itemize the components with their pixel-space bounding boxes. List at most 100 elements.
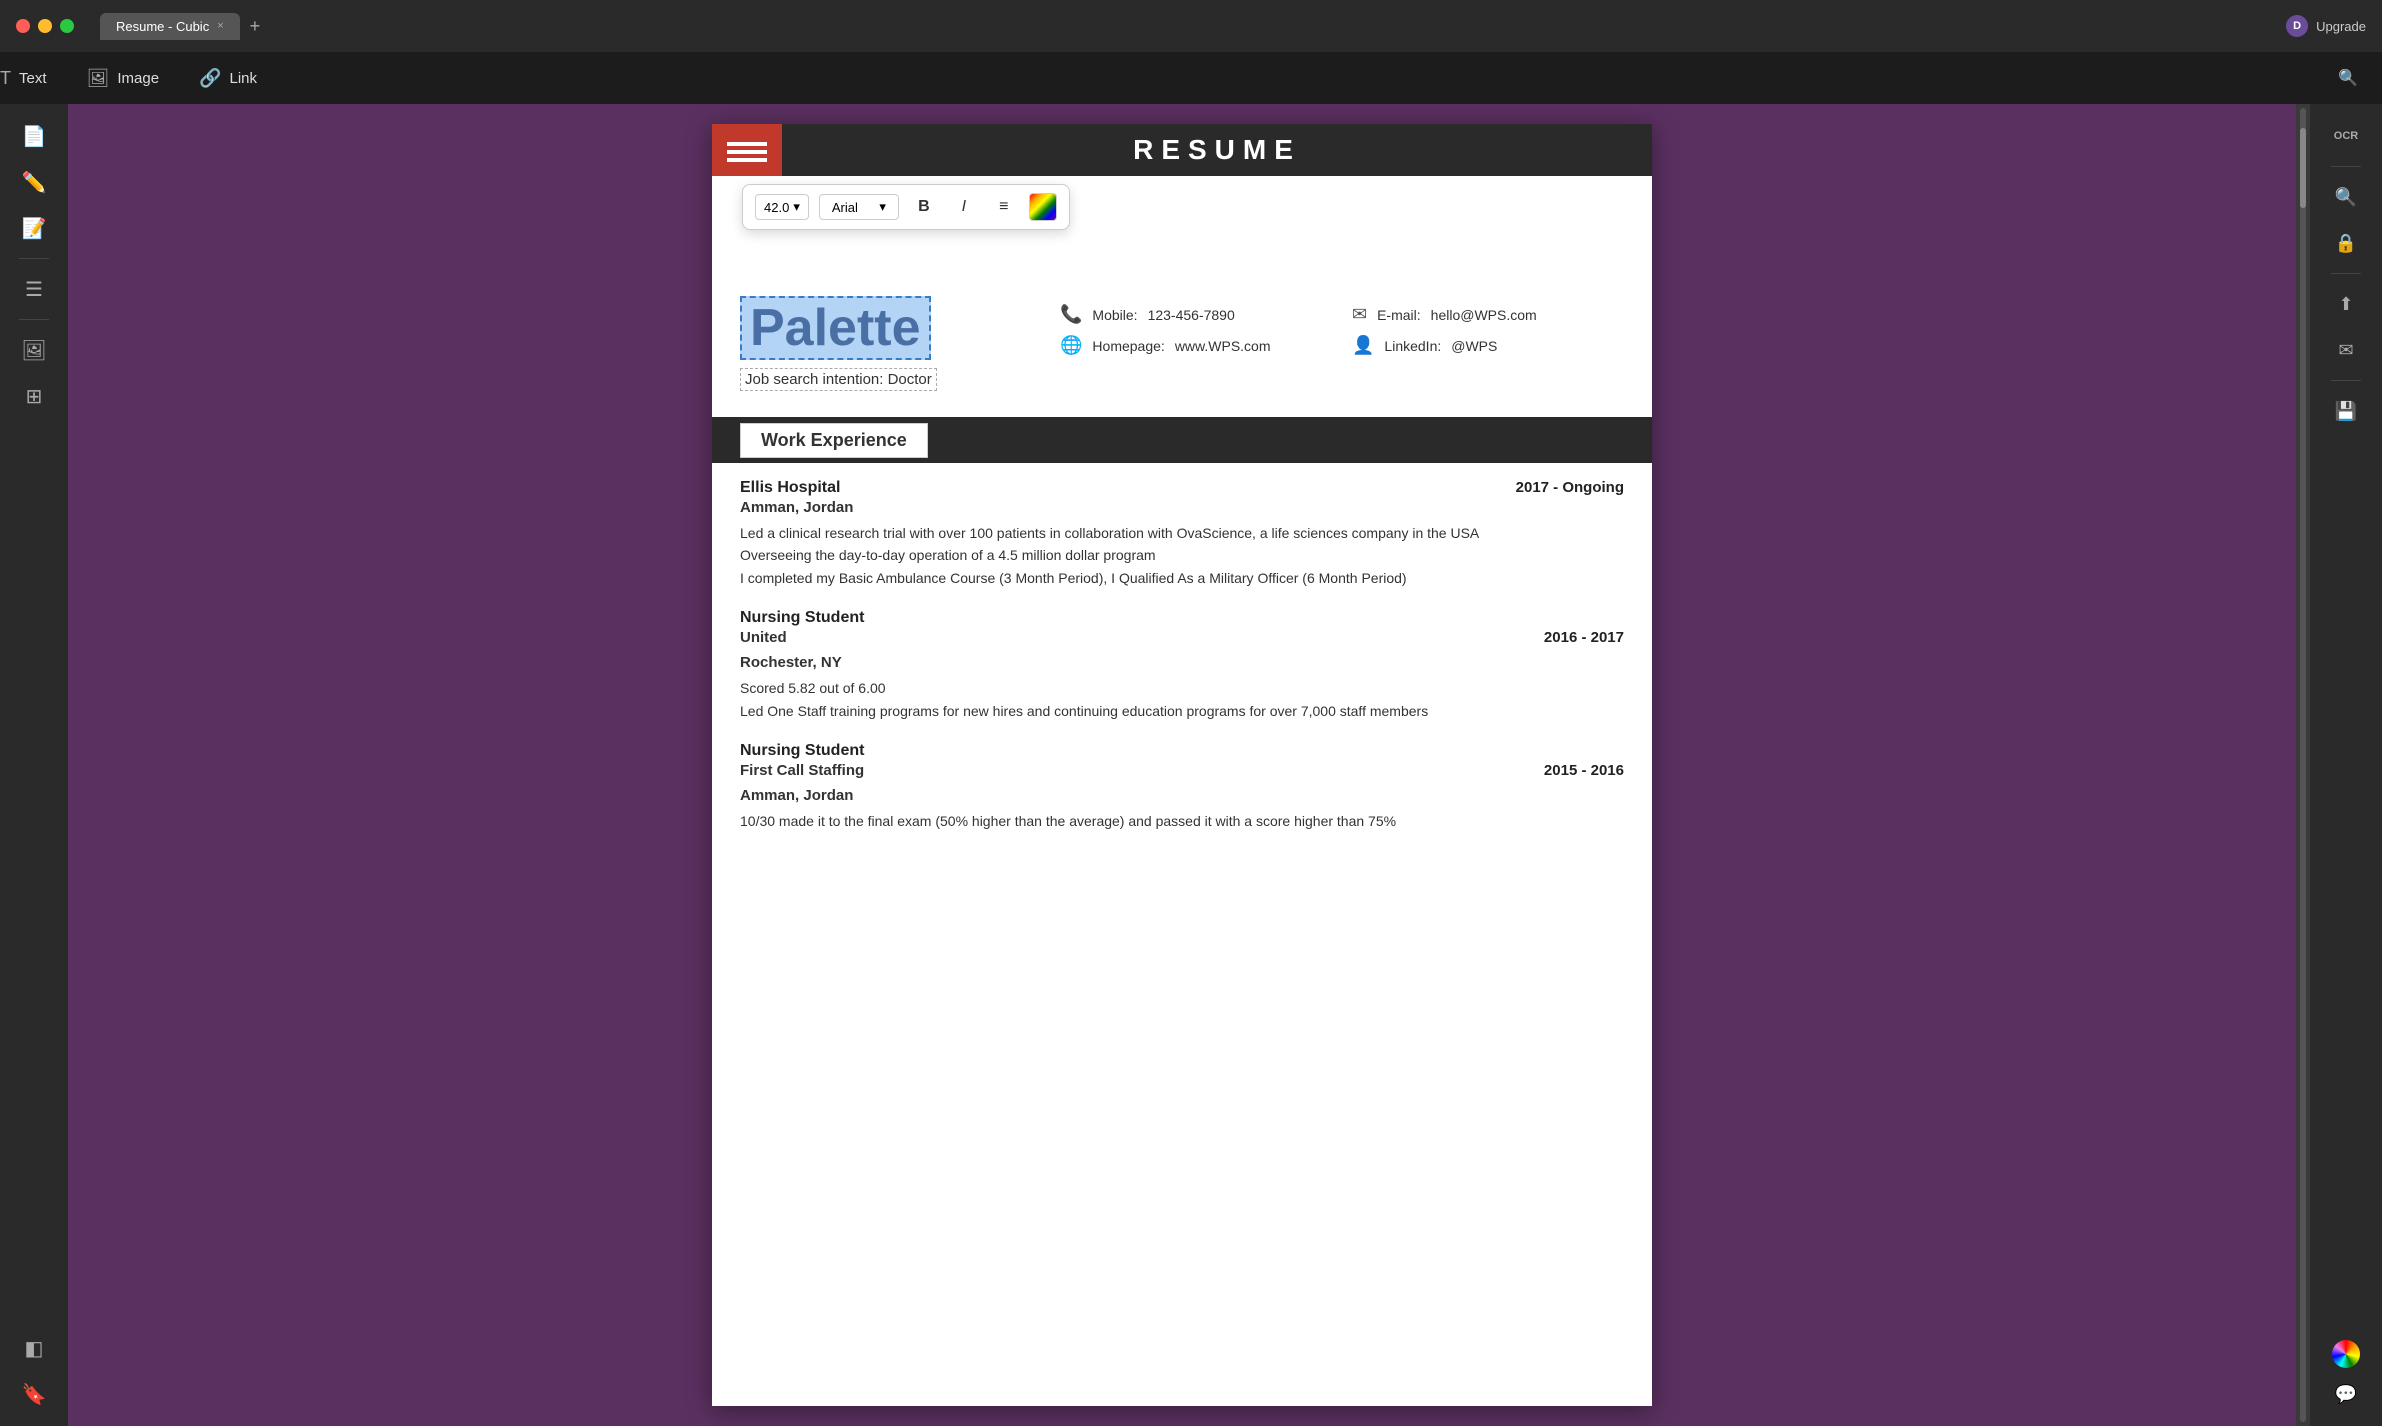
content-area[interactable]: RESUME 42.0 ▾ Arial ▾ B I ≡	[68, 104, 2296, 1426]
sidebar-lock-icon[interactable]: 🔒	[2326, 223, 2366, 263]
job-desc-1-1: Overseeing the day-to-day operation of a…	[740, 544, 1624, 566]
scroll-bar[interactable]	[2296, 104, 2310, 1426]
image-tool-label: Image	[117, 70, 159, 87]
text-tool-icon: T	[0, 68, 11, 89]
italic-button[interactable]: I	[949, 193, 979, 221]
work-experience-header: Work Experience	[712, 417, 1652, 463]
font-size-value: 42.0	[764, 200, 789, 215]
job-intention: Job search intention: Doctor	[740, 368, 937, 391]
tab-resume-cubic[interactable]: Resume - Cubic ×	[100, 13, 240, 40]
main-layout: 📄 ✏️ 📝 ☰ 🖼 ⊞ ◧ 🔖 RESUME	[0, 104, 2382, 1426]
tab-label: Resume - Cubic	[116, 19, 209, 34]
tab-area: Resume - Cubic × +	[100, 13, 266, 40]
text-tool[interactable]: T Text	[0, 68, 47, 89]
link-tool[interactable]: 🔗 Link	[199, 68, 257, 89]
scroll-handle[interactable]	[2300, 128, 2306, 208]
resume-name: Palette	[750, 302, 921, 354]
tab-close-button[interactable]: ×	[217, 20, 223, 32]
resume-title: RESUME	[782, 134, 1652, 166]
header-red-accent	[712, 124, 782, 176]
homepage-value: www.WPS.com	[1175, 338, 1271, 354]
right-divider-1	[2331, 166, 2361, 167]
sidebar-share-icon[interactable]: ⬆	[2326, 284, 2366, 324]
name-left: Palette Job search intention: Doctor	[740, 296, 1040, 391]
sidebar-chat-icon[interactable]: 💬	[2326, 1374, 2366, 1414]
job-header-3: Nursing Student	[740, 742, 1624, 760]
name-selected-area[interactable]: Palette	[740, 296, 931, 360]
add-tab-button[interactable]: +	[244, 16, 267, 37]
job-dates-1: 2017 - Ongoing	[1516, 479, 1624, 496]
color-picker-button[interactable]	[1029, 193, 1057, 221]
image-tool[interactable]: 🖼 Image	[87, 68, 160, 89]
job-sub-company-2: United	[740, 629, 787, 646]
upgrade-button[interactable]: Upgrade	[2316, 19, 2366, 34]
job-sub-header-2: United 2016 - 2017	[740, 629, 1624, 652]
search-button[interactable]: 🔍	[2338, 68, 2358, 88]
job-company-2: Nursing Student	[740, 609, 864, 627]
phone-icon: 📞	[1060, 304, 1082, 325]
sidebar-image-icon[interactable]: 🖼	[14, 330, 54, 370]
job-location-1: Amman, Jordan	[740, 499, 1624, 516]
email-value: hello@WPS.com	[1431, 307, 1537, 323]
work-content: Ellis Hospital 2017 - Ongoing Amman, Jor…	[712, 463, 1652, 868]
close-window-button[interactable]	[16, 19, 30, 33]
link-tool-icon: 🔗	[199, 68, 221, 89]
search-icon: 🔍	[2338, 70, 2358, 87]
job-desc-1-0: Led a clinical research trial with over …	[740, 522, 1624, 544]
job-sub-company-3: First Call Staffing	[740, 762, 864, 779]
right-divider-3	[2331, 380, 2361, 381]
job-header-1: Ellis Hospital 2017 - Ongoing	[740, 479, 1624, 497]
right-divider-2	[2331, 273, 2361, 274]
job-desc-1-2: I completed my Basic Ambulance Course (3…	[740, 567, 1624, 589]
job-sub-header-3: First Call Staffing 2015 - 2016	[740, 762, 1624, 785]
image-tool-icon: 🖼	[87, 68, 110, 89]
job-entry-nursing-2: Nursing Student First Call Staffing 2015…	[740, 742, 1624, 832]
font-size-selector[interactable]: 42.0 ▾	[755, 194, 809, 220]
sidebar-mail-icon[interactable]: ✉	[2326, 330, 2366, 370]
font-size-arrow: ▾	[793, 199, 800, 215]
job-intention-label: Job search intention:	[745, 371, 883, 388]
sidebar-save-icon[interactable]: 💾	[2326, 391, 2366, 431]
title-bar: Resume - Cubic × + D Upgrade	[0, 0, 2382, 52]
sidebar-file-search-icon[interactable]: 🔍	[2326, 177, 2366, 217]
work-experience-label: Work Experience	[740, 423, 928, 458]
contact-homepage: 🌐 Homepage: www.WPS.com	[1060, 335, 1332, 356]
link-tool-label: Link	[230, 70, 258, 87]
bold-button[interactable]: B	[909, 193, 939, 221]
job-intention-value: Doctor	[888, 371, 932, 388]
minimize-window-button[interactable]	[38, 19, 52, 33]
job-dates-3: 2015 - 2016	[1544, 762, 1624, 779]
job-entry-nursing-1: Nursing Student United 2016 - 2017 Roche…	[740, 609, 1624, 722]
sidebar-edit-icon[interactable]: 📝	[14, 208, 54, 248]
sidebar-list-icon[interactable]: ☰	[14, 269, 54, 309]
font-family-value: Arial	[832, 200, 858, 215]
name-section: Palette Job search intention: Doctor 📞 M…	[712, 276, 1652, 407]
font-family-arrow: ▾	[879, 199, 886, 215]
job-desc-3-0: 10/30 made it to the final exam (50% hig…	[740, 810, 1624, 832]
maximize-window-button[interactable]	[60, 19, 74, 33]
job-location-2: Rochester, NY	[740, 654, 1624, 671]
job-company-1: Ellis Hospital	[740, 479, 840, 497]
sidebar-layers-icon[interactable]: ◧	[14, 1328, 54, 1368]
window-controls	[16, 19, 74, 33]
sidebar-ocr-icon[interactable]: OCR	[2326, 116, 2366, 156]
title-bar-right: D Upgrade	[2286, 15, 2366, 37]
resume-page: RESUME 42.0 ▾ Arial ▾ B I ≡	[712, 124, 1652, 1406]
job-desc-2-1: Led One Staff training programs for new …	[740, 700, 1624, 722]
contact-info: 📞 Mobile: 123-456-7890 ✉ E-mail: hello@W…	[1060, 296, 1624, 356]
linkedin-icon: 👤	[1352, 335, 1374, 356]
sidebar-document-icon[interactable]: 📄	[14, 116, 54, 156]
resume-header: RESUME	[712, 124, 1652, 176]
wps-rainbow-icon[interactable]	[2332, 1340, 2360, 1368]
mobile-value: 123-456-7890	[1148, 307, 1235, 323]
mobile-label: Mobile:	[1092, 307, 1137, 323]
font-family-selector[interactable]: Arial ▾	[819, 194, 899, 220]
sidebar-divider-1	[19, 258, 49, 259]
sidebar-bookmark-icon[interactable]: 🔖	[14, 1374, 54, 1414]
sidebar-pen-icon[interactable]: ✏️	[14, 162, 54, 202]
align-button[interactable]: ≡	[989, 193, 1019, 221]
sidebar-template-icon[interactable]: ⊞	[14, 376, 54, 416]
format-toolbar: 42.0 ▾ Arial ▾ B I ≡	[742, 184, 1070, 230]
app-toolbar: T Text 🖼 Image 🔗 Link 🔍	[0, 52, 2382, 104]
email-icon: ✉	[1352, 304, 1367, 325]
